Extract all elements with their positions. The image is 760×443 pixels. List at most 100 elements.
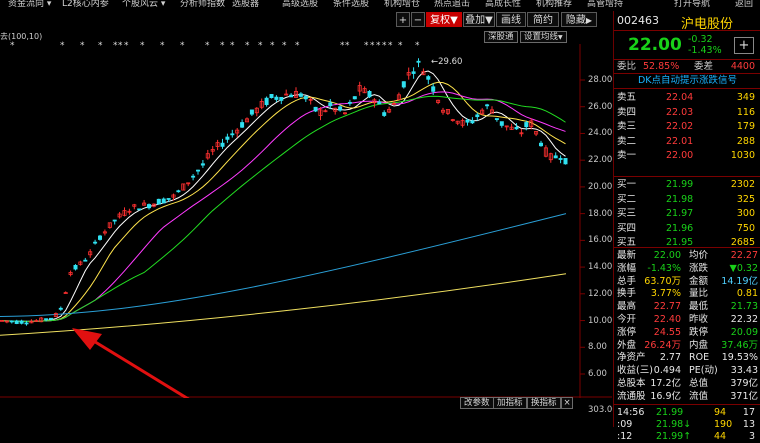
candle-body	[83, 259, 88, 262]
stat-label: 涨跌	[689, 262, 709, 274]
bid-volume: 750	[736, 222, 755, 234]
add-watchlist-button[interactable]: +	[734, 37, 754, 54]
price-adjust-button[interactable]: 复权▼	[426, 12, 462, 27]
candle-body	[19, 320, 24, 324]
stat-label: 总值	[689, 378, 709, 389]
hide-panel-button[interactable]: 隐藏▶	[561, 12, 597, 27]
stat-label: 金额	[689, 275, 709, 287]
stat-label: 量比	[689, 288, 709, 300]
bid-price: 21.99	[666, 179, 694, 190]
menu-item[interactable]: 资金流向 ▾	[8, 0, 51, 10]
ask-label: 卖二	[617, 135, 637, 147]
stat-value: 22.77	[653, 301, 681, 313]
menu-item[interactable]: 条件选股	[333, 0, 369, 10]
ask-label: 卖四	[617, 106, 637, 118]
ask-row[interactable]: 卖三 22.02 179	[614, 120, 760, 133]
stat-row: 涨幅 -1.43% 涨跌 ▼0.32	[614, 262, 760, 275]
stat-label: 最新	[617, 250, 637, 261]
candle-body	[401, 81, 406, 88]
candle-body	[230, 133, 235, 136]
signal-star: *	[60, 41, 65, 51]
simple-mode-button[interactable]: 简约	[527, 12, 559, 27]
switch-indicator-button[interactable]: 换指标	[527, 397, 561, 409]
stat-label: 最低	[689, 301, 709, 313]
ask-row[interactable]: 卖五 22.04 349	[614, 91, 760, 104]
candle-body	[14, 320, 19, 324]
ask-row[interactable]: 卖二 22.01 288	[614, 135, 760, 148]
candle-body	[9, 320, 14, 323]
overlay-button[interactable]: 叠加▼	[463, 12, 495, 27]
candle-body	[161, 198, 166, 204]
stat-value: 22.00	[653, 250, 681, 261]
candle-body	[269, 94, 274, 99]
bid-row[interactable]: 买一 21.99 2302	[614, 178, 760, 191]
stat-value: 22.40	[653, 314, 681, 325]
signal-star: *	[388, 41, 393, 51]
signal-star: *	[398, 41, 403, 51]
peak-price-label: ←29.60	[431, 57, 463, 67]
menu-item[interactable]: 高成长性	[485, 0, 521, 10]
menu-item[interactable]: 个股风云 ▾	[122, 0, 165, 10]
menu-item[interactable]: L2核心内参	[62, 0, 109, 10]
candle-body	[485, 104, 490, 107]
bid-volume: 300	[736, 208, 755, 219]
kline-chart[interactable]: * * * * * * * * * * * * * * * * * * * * * * * * * * *	[0, 30, 612, 398]
price-axis-tick: 22.00	[588, 155, 613, 166]
candle-body	[73, 264, 78, 270]
price-axis-tick: 8.00	[588, 342, 607, 353]
price-change: -0.32	[688, 34, 713, 45]
stat-label: 涨停	[617, 326, 637, 338]
stat-label: 净资产	[617, 352, 646, 364]
close-indicator-button[interactable]: ×	[561, 397, 573, 409]
ask-label: 卖五	[617, 92, 637, 103]
menu-item[interactable]: 打开导航	[674, 0, 710, 10]
ask-row[interactable]: 卖四 22.03 116	[614, 106, 760, 119]
candle-body	[176, 190, 181, 193]
menu-item[interactable]: 机构增仓	[384, 0, 420, 10]
bid-row[interactable]: 买二 21.98 325	[614, 193, 760, 206]
menu-item[interactable]: 热点追击	[434, 0, 470, 10]
ma-settings-button[interactable]: 设置均线▼	[520, 31, 567, 43]
candle-body	[426, 76, 431, 80]
menu-item[interactable]: 机构推荐	[536, 0, 572, 10]
moving-average-line	[1, 81, 566, 322]
bid-row[interactable]: 买三 21.97 300	[614, 207, 760, 220]
menu-item[interactable]: 高级选股	[282, 0, 318, 10]
divider	[614, 247, 760, 248]
menu-item[interactable]: 返回	[735, 0, 753, 10]
moving-average-line	[0, 273, 567, 336]
draw-line-button[interactable]: 画线	[496, 12, 526, 27]
ask-label: 卖三	[617, 121, 637, 132]
stat-value: 26.24万	[644, 339, 681, 351]
ask-volume: 349	[736, 92, 755, 103]
menu-item[interactable]: 高管增持	[587, 0, 623, 10]
ask-price: 22.01	[666, 135, 694, 147]
hk-connect-button[interactable]: 深股通	[484, 31, 518, 43]
tick-time: :12	[617, 431, 633, 442]
change-params-button[interactable]: 改参数	[460, 397, 494, 409]
candle-body	[465, 119, 470, 123]
signal-star: *	[80, 41, 85, 51]
candle-body	[338, 106, 343, 111]
stock-code: 002463	[617, 14, 659, 27]
bid-row[interactable]: 买四 21.96 750	[614, 222, 760, 235]
current-price: 22.00	[628, 35, 682, 55]
ma-settings-label: 设置均线	[524, 32, 559, 42]
stat-value: 37.46万	[721, 339, 758, 351]
tick-volume: 44	[714, 431, 727, 442]
bid-label: 买一	[617, 179, 637, 190]
zoom-out-button[interactable]: −	[411, 12, 425, 27]
zoom-in-button[interactable]: +	[396, 12, 410, 27]
candle-body	[93, 241, 98, 244]
menu-item[interactable]: 分析师指数	[180, 0, 225, 10]
candle-body	[367, 91, 372, 98]
candle-body	[558, 158, 563, 160]
ask-row[interactable]: 卖一 22.00 1030	[614, 149, 760, 162]
add-indicator-button[interactable]: 加指标	[493, 397, 527, 409]
signal-link[interactable]: DK点自动提示涨跌信号	[614, 74, 760, 87]
candle-body	[416, 60, 421, 63]
stat-label: 最高	[617, 301, 637, 313]
tick-price: 21.99↑	[656, 431, 692, 442]
menu-item[interactable]: 选股器	[232, 0, 259, 10]
signal-star: *	[98, 41, 103, 51]
